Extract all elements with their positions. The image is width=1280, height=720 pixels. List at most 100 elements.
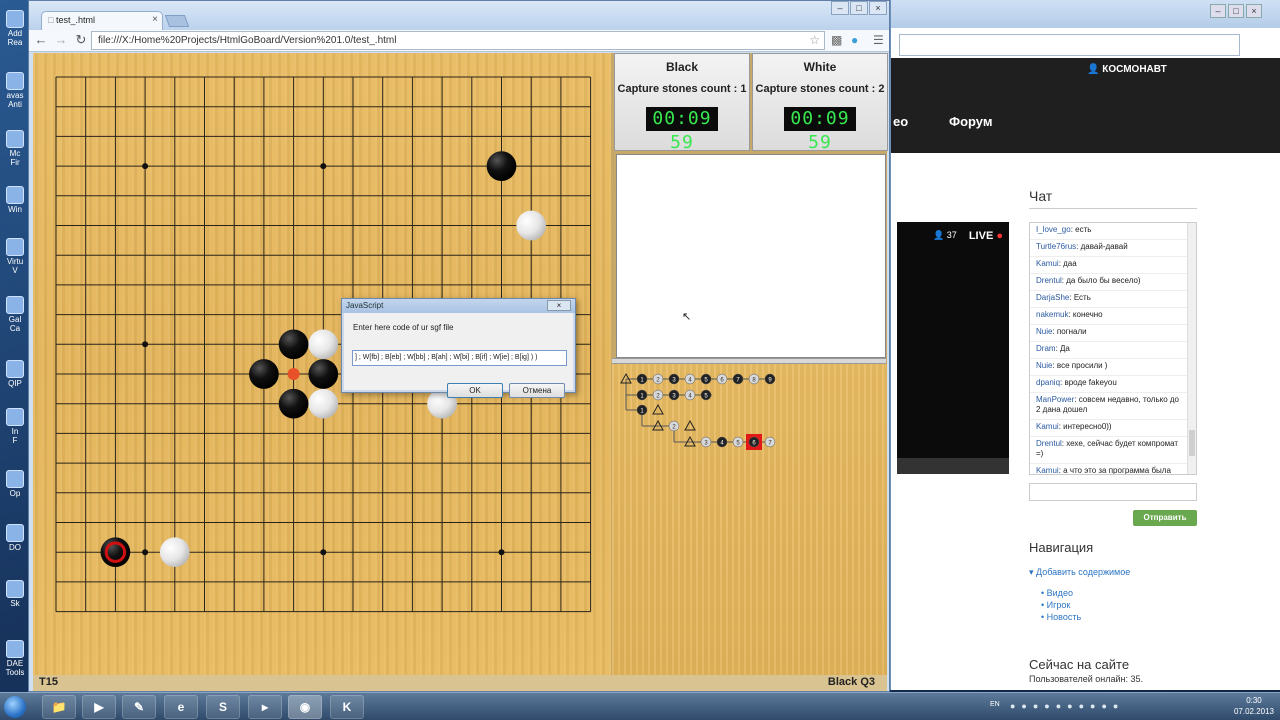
explorer-taskbar-icon[interactable]: 📁 — [42, 695, 76, 719]
chat-input[interactable] — [1029, 483, 1197, 501]
root-triangle-icon[interactable] — [684, 419, 696, 431]
chat-username[interactable]: Kamui — [1036, 466, 1059, 474]
white-stone[interactable] — [159, 537, 190, 568]
chat-text: есть — [1075, 225, 1092, 234]
app-icon — [6, 238, 24, 256]
maximize-button[interactable]: □ — [850, 1, 868, 15]
background-window[interactable]: – □ × 👤 КОСМОНАВТ ео Форум Чат 👤 37 LIVE… — [890, 0, 1280, 690]
video-player[interactable]: 👤 37 LIVE ● — [897, 222, 1009, 474]
chat-username[interactable]: Nuie — [1036, 327, 1052, 336]
add-content-link[interactable]: ▾ Добавить содержимое — [1029, 567, 1130, 578]
chat-username[interactable]: Nuie — [1036, 361, 1052, 370]
chat-username[interactable]: Kamui — [1036, 422, 1059, 431]
back-icon[interactable]: ← — [33, 32, 49, 47]
minimize-button[interactable]: – — [831, 1, 849, 15]
white-stone[interactable] — [516, 210, 547, 241]
extension-icon[interactable]: ▩ — [831, 33, 842, 47]
nav-forum[interactable]: Форум — [949, 114, 992, 129]
app-icon — [6, 186, 24, 204]
url-bar[interactable]: file:///X:/Home%20Projects/HtmlGoBoard/V… — [91, 31, 825, 50]
chat-username[interactable]: Turtle76rus — [1036, 242, 1076, 251]
forward-icon[interactable]: → — [53, 32, 69, 47]
black-stone[interactable] — [486, 151, 517, 181]
nav-video[interactable]: ео — [893, 114, 908, 129]
desktop-icon[interactable]: Add Rea — [2, 10, 28, 47]
cursor-position: T15 — [39, 676, 58, 688]
video-controls[interactable] — [897, 458, 1009, 474]
chat-username[interactable]: DarjaShe — [1036, 293, 1069, 302]
desktop-icon[interactable]: Win — [2, 186, 28, 214]
minimize-button[interactable]: – — [1210, 4, 1226, 18]
white-stone[interactable] — [308, 329, 339, 360]
ie-taskbar-icon[interactable]: e — [164, 695, 198, 719]
skype-icon[interactable]: ● — [851, 33, 858, 47]
chat-username[interactable]: Dram — [1036, 344, 1056, 353]
skype-taskbar-icon[interactable]: S — [206, 695, 240, 719]
chat-message: Dram: Да — [1030, 342, 1196, 359]
chat-username[interactable]: ManPower — [1036, 395, 1074, 404]
chat-username[interactable]: nakemuk — [1036, 310, 1068, 319]
desktop-icon[interactable]: QIP — [2, 360, 28, 388]
tool-taskbar-icon[interactable]: ✎ — [122, 695, 156, 719]
player-taskbar-icon[interactable]: ▸ — [248, 695, 282, 719]
chat-list[interactable]: I_love_go: есть Turtle76rus: давай-давай K… — [1029, 222, 1197, 475]
chat-username[interactable]: dpaniq — [1036, 378, 1060, 387]
ok-button[interactable]: OK — [447, 383, 503, 398]
link-player[interactable]: • Игрок — [1041, 600, 1070, 610]
maximize-button[interactable]: □ — [1228, 4, 1244, 18]
chat-username[interactable]: Drentul — [1036, 439, 1062, 448]
browser-toolbar: ← → ↻ file:///X:/Home%20Projects/HtmlGoB… — [29, 30, 889, 52]
cancel-button[interactable]: Отмена — [509, 383, 565, 398]
desktop-icon[interactable]: avas Anti — [2, 72, 28, 109]
send-button[interactable]: Отправить — [1133, 510, 1197, 526]
black-stone[interactable] — [278, 329, 309, 360]
new-tab-button[interactable] — [164, 15, 190, 27]
dialog-close-button[interactable]: × — [547, 300, 571, 311]
menu-icon[interactable]: ☰ — [873, 33, 884, 47]
desktop-icon[interactable]: Op — [2, 470, 28, 498]
desktop-icon[interactable]: DO — [2, 524, 28, 552]
white-stone[interactable] — [308, 388, 339, 419]
chrome-taskbar-icon[interactable]: ◉ — [288, 695, 322, 719]
tab-test[interactable]: □ test_.html × — [41, 11, 163, 30]
link-video[interactable]: • Видео — [1041, 588, 1073, 598]
black-stone[interactable] — [278, 388, 309, 419]
hover-point-marker — [287, 368, 300, 380]
k-app-taskbar-icon[interactable]: K — [330, 695, 364, 719]
desktop-icon[interactable]: Virtu V — [2, 238, 28, 275]
comment-box[interactable]: ↖ — [616, 154, 886, 358]
game-tree[interactable]: 123456789123451234567 — [612, 364, 887, 675]
close-button[interactable]: × — [869, 1, 887, 15]
chat-scrollbar[interactable] — [1187, 223, 1196, 474]
sgf-prompt-dialog[interactable]: JavaScript × Enter here code of ur sgf f… — [341, 298, 576, 398]
desktop-icon[interactable]: Mc Fir — [2, 130, 28, 167]
black-stone[interactable] — [249, 359, 279, 389]
tray-icons[interactable]: ●●●●●●●●●● — [1010, 701, 1124, 711]
link-news[interactable]: • Новость — [1041, 612, 1081, 622]
chat-message: Drentul: хехе, сейчас будет компромат =) — [1030, 437, 1196, 464]
address-bar[interactable] — [899, 34, 1240, 56]
white-label: White — [803, 60, 837, 74]
chat-username[interactable]: Drentul — [1036, 276, 1062, 285]
close-button[interactable]: × — [1246, 4, 1262, 18]
star-point — [320, 163, 327, 170]
close-tab-icon[interactable]: × — [152, 14, 158, 25]
bookmark-star-icon[interactable]: ☆ — [809, 33, 820, 47]
clock[interactable]: 0:30 07.02.2013 — [1234, 695, 1274, 717]
titlebar[interactable]: □ test_.html × – □ × — [29, 1, 889, 30]
media-taskbar-icon[interactable]: ▶ — [82, 695, 116, 719]
chat-username[interactable]: Kamui — [1036, 259, 1059, 268]
desktop-icon[interactable]: Sk — [2, 580, 28, 608]
live-badge: LIVE ● — [968, 230, 1003, 242]
reload-icon[interactable]: ↻ — [73, 32, 89, 48]
black-stone[interactable] — [308, 359, 339, 389]
start-button[interactable] — [4, 696, 26, 718]
user-link[interactable]: 👤 КОСМОНАВТ — [1087, 64, 1167, 75]
desktop-icon[interactable]: In F — [2, 408, 28, 445]
sgf-input[interactable]: ] ; W[fb] ; B[eb] ; W[bb] ; B[ah] ; W[bi… — [352, 350, 567, 366]
language-indicator[interactable]: EN — [990, 701, 1000, 708]
root-triangle-icon[interactable] — [652, 403, 664, 415]
desktop-icon[interactable]: Gal Ca — [2, 296, 28, 333]
chat-username[interactable]: I_love_go — [1036, 225, 1071, 234]
desktop-icon[interactable]: DAE Tools — [2, 640, 28, 677]
